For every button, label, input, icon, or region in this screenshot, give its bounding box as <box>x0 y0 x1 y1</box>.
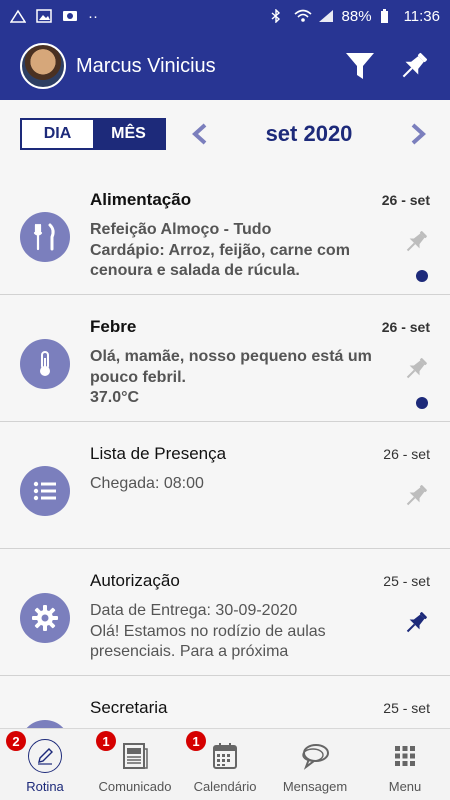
list-item[interactable]: Autorização 25 - set Data de Entrega: 30… <box>0 549 450 676</box>
signal-icon <box>318 9 334 23</box>
item-body: Chegada: 08:00 <box>90 474 380 495</box>
notification-icon <box>9 9 27 23</box>
item-body: Refeição Almoço - Tudo Cardápio: Arroz, … <box>90 220 380 282</box>
thermometer-icon <box>20 339 70 389</box>
item-line: Cardápio: Arroz, feijão, carne com cenou… <box>90 241 350 280</box>
bluetooth-icon <box>270 8 286 24</box>
pin-icon <box>402 52 428 78</box>
nav-label: Comunicado <box>98 779 172 794</box>
pinned-button[interactable] <box>392 44 436 88</box>
month-view-button[interactable]: MÊS <box>93 120 164 148</box>
image-icon <box>36 9 52 23</box>
more-notifications-icon: ·· <box>88 7 98 25</box>
notification-badge: 1 <box>96 731 116 751</box>
item-title: Autorização <box>90 571 180 590</box>
pencil-icon <box>28 739 62 773</box>
list-icon <box>20 466 70 516</box>
previous-month-button[interactable] <box>188 122 212 146</box>
filter-button[interactable] <box>338 44 382 88</box>
unread-indicator <box>416 397 428 409</box>
calendar-icon <box>208 739 242 773</box>
filter-icon <box>346 53 374 79</box>
item-body: Data de Entrega: 30-09-2020 Olá! Estamos… <box>90 601 380 663</box>
user-name[interactable]: Marcus Vinicius <box>76 55 328 78</box>
item-date: 25 - set <box>383 700 430 716</box>
item-date: 26 - set <box>381 319 430 335</box>
notification-badge: 2 <box>6 731 26 751</box>
office-icon <box>20 720 70 728</box>
chevron-right-icon <box>411 123 426 145</box>
newspaper-icon <box>118 739 152 773</box>
item-line: Olá! Estamos no rodízio de aulas presenc… <box>90 622 326 661</box>
photo-icon <box>62 9 78 23</box>
routine-list: Alimentação 26 - set Refeição Almoço - T… <box>0 168 450 728</box>
utensils-icon <box>20 212 70 262</box>
pin-icon <box>406 358 427 379</box>
item-line: Olá, mamãe, nosso pequeno está um pouco … <box>90 348 372 386</box>
app-bar: Marcus Vinicius <box>0 32 450 100</box>
nav-menu[interactable]: Menu <box>360 729 450 800</box>
item-title: Lista de Presença <box>90 444 227 463</box>
period-toolbar: DIA MÊS set 2020 <box>0 100 450 168</box>
view-toggle: DIA MÊS <box>20 118 166 150</box>
status-bar: ·· 88% 11:36 <box>0 0 450 32</box>
chevron-left-icon <box>192 123 207 145</box>
item-date: 26 - set <box>381 192 430 208</box>
nav-comunicado[interactable]: 1 Comunicado <box>90 729 180 800</box>
next-month-button[interactable] <box>406 122 430 146</box>
item-date: 25 - set <box>383 573 430 589</box>
item-line: Refeição Almoço - Tudo <box>90 221 272 238</box>
item-body: Olá, mamãe, nosso pequeno está um pouco … <box>90 347 380 409</box>
item-date: 26 - set <box>383 446 430 462</box>
battery-level: 88% <box>341 7 372 25</box>
notification-badge: 1 <box>186 731 206 751</box>
current-period: set 2020 <box>265 121 353 146</box>
list-item[interactable]: Alimentação 26 - set Refeição Almoço - T… <box>0 168 450 295</box>
item-title: Febre <box>90 317 137 336</box>
avatar[interactable] <box>20 43 66 89</box>
gear-icon <box>20 593 70 643</box>
pin-icon <box>406 231 427 252</box>
item-title: Alimentação <box>90 190 192 209</box>
pin-button[interactable] <box>402 482 430 510</box>
nav-label: Menu <box>388 779 422 794</box>
pin-button[interactable] <box>402 355 430 383</box>
list-item[interactable]: Febre 26 - set Olá, mamãe, nosso pequeno… <box>0 295 450 422</box>
nav-label: Mensagem <box>282 779 348 794</box>
item-line: 37.0°C <box>90 389 140 406</box>
nav-label: Calendário <box>193 779 257 794</box>
list-item[interactable]: Secretaria 25 - set <box>0 676 450 728</box>
clock: 11:36 <box>403 7 440 25</box>
unread-indicator <box>416 270 428 282</box>
grid-icon <box>388 739 422 773</box>
item-line: Data de Entrega: 30-09-2020 <box>90 602 298 619</box>
pin-button[interactable] <box>402 609 430 637</box>
chat-icon <box>298 739 332 773</box>
pin-button[interactable] <box>402 228 430 256</box>
item-line: Chegada: 08:00 <box>90 475 204 492</box>
nav-mensagem[interactable]: Mensagem <box>270 729 360 800</box>
nav-calendario[interactable]: 1 Calendário <box>180 729 270 800</box>
item-title: Secretaria <box>90 698 168 717</box>
pin-icon <box>406 485 427 506</box>
nav-label: Rotina <box>26 779 64 794</box>
nav-rotina[interactable]: 2 Rotina <box>0 729 90 800</box>
bottom-navigation: 2 Rotina 1 Comunicado 1 Calendário Mensa… <box>0 728 450 800</box>
battery-icon <box>380 9 396 23</box>
pin-icon <box>406 612 427 633</box>
wifi-icon <box>294 9 312 23</box>
list-item[interactable]: Lista de Presença 26 - set Chegada: 08:0… <box>0 422 450 549</box>
day-view-button[interactable]: DIA <box>22 120 93 148</box>
